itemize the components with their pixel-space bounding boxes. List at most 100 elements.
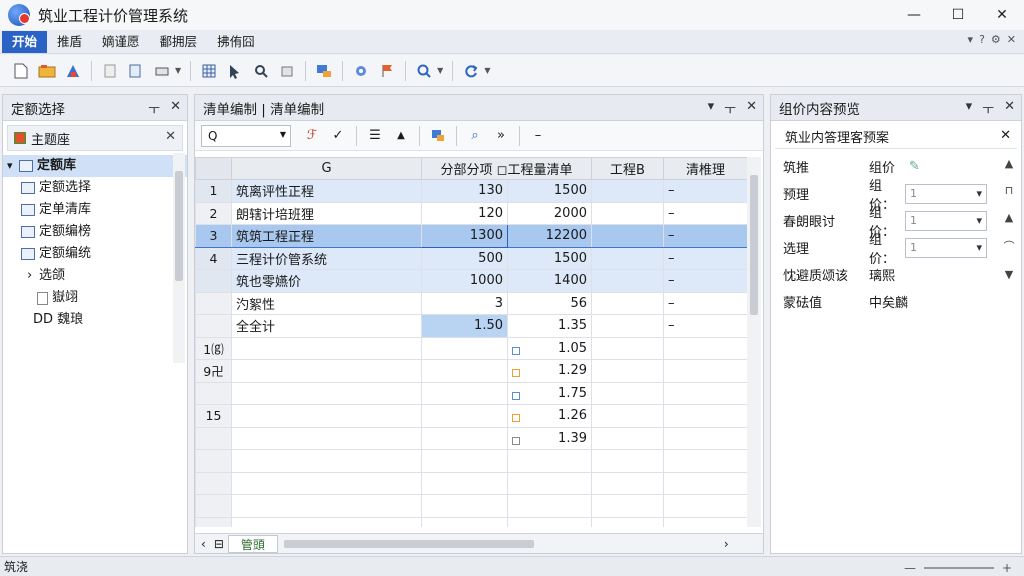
pin-icon[interactable]: ㅜ [148, 99, 160, 118]
property-select[interactable]: 1 [905, 237, 987, 258]
cell-quantity[interactable]: 3 [421, 291, 508, 315]
tree-item[interactable]: 定额编榜 [3, 221, 187, 243]
cell-quantity[interactable] [421, 336, 508, 360]
open-folder-icon[interactable] [36, 60, 58, 82]
pin-icon[interactable]: ㅜ [982, 99, 994, 118]
column-header[interactable]: G [231, 157, 422, 180]
edit-icon[interactable]: ✎ [909, 159, 920, 174]
cell-extra[interactable] [591, 449, 664, 473]
row-number[interactable]: 9卍 [195, 359, 232, 383]
search-icon[interactable]: ⌕ [464, 125, 486, 147]
dropdown-icon[interactable]: ▾ [966, 99, 973, 118]
paste-icon[interactable] [99, 60, 121, 82]
cell-quantity[interactable]: 1300 [421, 224, 508, 248]
cell-amount[interactable]: 12200 [507, 224, 592, 248]
cell-quantity[interactable] [421, 516, 508, 527]
table-row[interactable]: 15 1.26 [195, 404, 747, 428]
close-icon[interactable]: ✕ [746, 99, 757, 118]
row-number[interactable] [195, 291, 232, 315]
cell-amount[interactable]: 1.26 [507, 404, 592, 428]
cell-quantity[interactable] [421, 449, 508, 473]
cell-name[interactable] [231, 381, 422, 405]
cell-extra[interactable] [591, 291, 664, 315]
cell-name[interactable] [231, 494, 422, 518]
cell-amount[interactable] [507, 449, 592, 473]
cell-amount[interactable]: 1500 [507, 246, 592, 270]
scroll-thumb[interactable] [750, 175, 758, 315]
cell-quantity[interactable]: 500 [421, 246, 508, 270]
property-select[interactable]: 1 [905, 183, 987, 204]
row-number[interactable]: 15 [195, 404, 232, 428]
row-number[interactable] [195, 269, 232, 293]
maximize-button[interactable]: ☐ [936, 0, 980, 30]
chevron-down-icon[interactable]: ▼ [175, 66, 181, 75]
cell-note[interactable]: – [663, 269, 747, 293]
grid-icon[interactable] [198, 60, 220, 82]
menu-item-5[interactable]: 拂侑囧 [207, 31, 265, 53]
paint-icon[interactable] [313, 60, 335, 82]
cell-amount[interactable]: 56 [507, 291, 592, 315]
scroll-up-icon[interactable]: ▲ [1005, 211, 1013, 224]
cell-name[interactable] [231, 426, 422, 450]
chevron-right-icon[interactable]: › [724, 537, 729, 551]
gear-icon[interactable]: ⚙ [991, 33, 1001, 46]
filter-icon[interactable]: ⊓ [1005, 184, 1014, 197]
cell-note[interactable] [663, 404, 747, 428]
cell-extra[interactable] [591, 471, 664, 495]
row-number[interactable] [195, 494, 232, 518]
cell-note[interactable]: – [663, 291, 747, 315]
cell-amount[interactable] [507, 494, 592, 518]
scrollbar[interactable] [747, 157, 761, 527]
cell-extra[interactable] [591, 224, 664, 248]
cell-amount[interactable]: 1.29 [507, 359, 592, 383]
cell-amount[interactable]: 1500 [507, 179, 592, 203]
cell-name[interactable] [231, 449, 422, 473]
tree-item[interactable]: › 选颌 [3, 265, 187, 287]
cell-name[interactable]: 三程计价管系统 [231, 246, 422, 270]
table-row[interactable] [195, 516, 747, 527]
cell-name[interactable] [231, 516, 422, 527]
table-row[interactable]: 4 三程计价管系统 500 1500 – [195, 246, 747, 270]
cell-extra[interactable] [591, 246, 664, 270]
row-number[interactable] [195, 471, 232, 495]
table-row[interactable]: 筑也零嬿价 1000 1400 – [195, 269, 747, 293]
row-number[interactable]: 3 [195, 224, 232, 248]
zoom-control[interactable]: — + [904, 561, 1012, 575]
cell-amount[interactable]: 1.39 [507, 426, 592, 450]
print-icon[interactable] [151, 60, 173, 82]
table-row[interactable]: 1 筑离评性正程 130 1500 – [195, 179, 747, 203]
cell-amount[interactable]: 1400 [507, 269, 592, 293]
cell-name[interactable]: 筑筑工程正程 [231, 224, 422, 248]
refresh-icon[interactable] [460, 60, 482, 82]
cell-quantity[interactable] [421, 494, 508, 518]
cell-name[interactable]: 朗辖计培班狸 [231, 201, 422, 225]
chevron-down-icon[interactable]: ▼ [484, 66, 490, 75]
close-icon[interactable]: ✕ [1004, 99, 1015, 118]
close-button[interactable]: ✕ [980, 0, 1024, 30]
row-number[interactable] [195, 381, 232, 405]
table-row[interactable]: 1.75 [195, 381, 747, 405]
new-doc-icon[interactable] [10, 60, 32, 82]
sheet-nav-icon[interactable]: ⊟ [214, 537, 224, 551]
table-row[interactable]: 1.39 [195, 426, 747, 450]
settings-icon[interactable] [350, 60, 372, 82]
cell-extra[interactable] [591, 269, 664, 293]
column-header[interactable]: 清椎理 [663, 157, 747, 180]
cell-name[interactable] [231, 404, 422, 428]
cell-note[interactable] [663, 494, 747, 518]
cell-note[interactable] [663, 449, 747, 473]
cell-note[interactable]: – [663, 201, 747, 225]
zoom-in-icon[interactable]: + [1002, 561, 1012, 575]
save-icon[interactable] [62, 60, 84, 82]
close-icon[interactable]: ✕ [165, 129, 176, 144]
close-icon[interactable]: ✕ [1007, 33, 1016, 46]
cell-note[interactable] [663, 426, 747, 450]
cell-note[interactable] [663, 381, 747, 405]
cell-extra[interactable] [591, 381, 664, 405]
cell-quantity[interactable] [421, 381, 508, 405]
cell-amount[interactable]: 2000 [507, 201, 592, 225]
cell-note[interactable] [663, 516, 747, 527]
table-row[interactable]: 3 筑筑工程正程 1300 12200 – [195, 224, 747, 248]
tree-item[interactable]: 定额选择 [3, 177, 187, 199]
cell-amount[interactable]: 1.35 [507, 314, 592, 338]
